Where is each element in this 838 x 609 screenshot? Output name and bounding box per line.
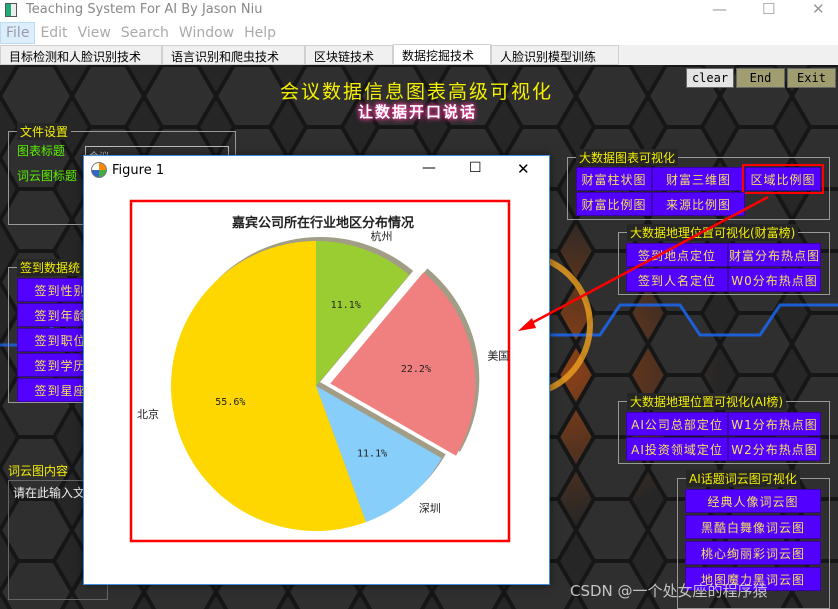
annotation-arrow [518,195,769,331]
watermark: CSDN @一个处女座的程序猿 [570,582,768,600]
